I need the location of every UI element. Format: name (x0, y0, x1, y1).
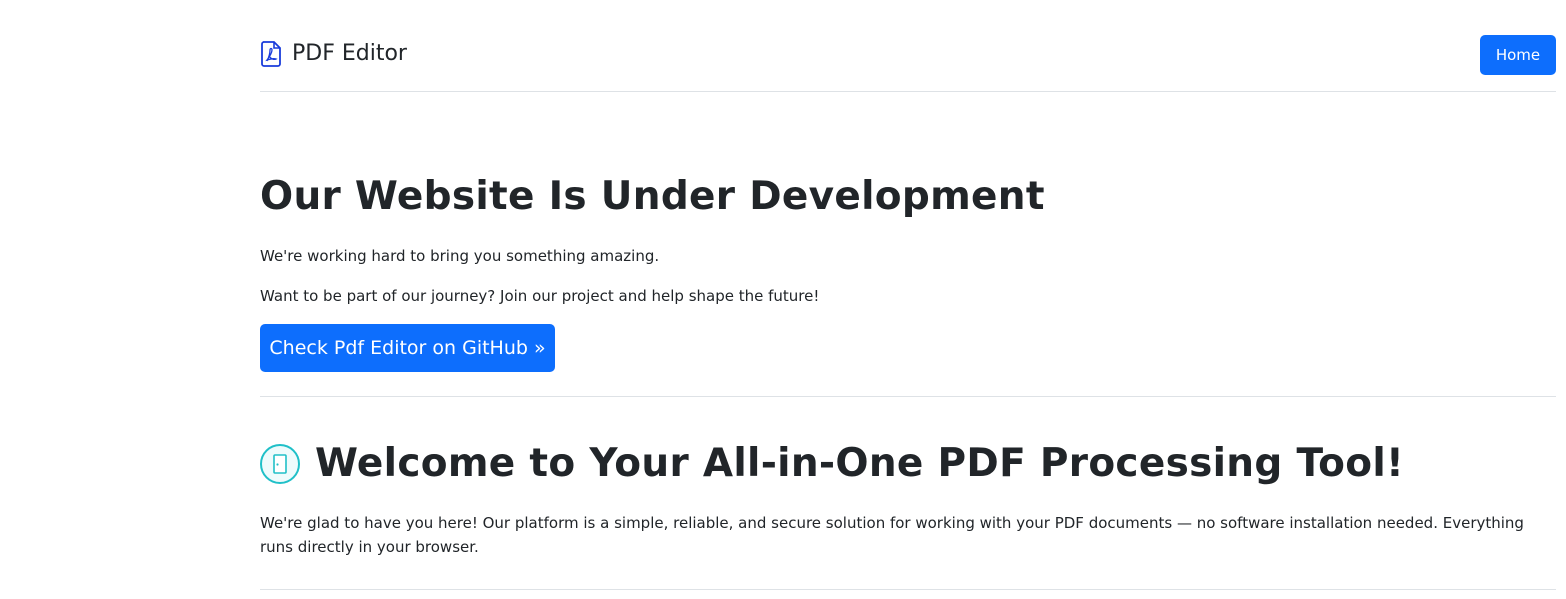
brand-link[interactable]: PDF Editor (260, 40, 407, 68)
hero-divider (260, 396, 1556, 397)
hero-text-2: Want to be part of our journey? Join our… (260, 287, 820, 305)
home-button[interactable]: Home (1480, 35, 1556, 75)
hero-text-1: We're working hard to bring you somethin… (260, 247, 660, 265)
welcome-heading-row: Welcome to Your All-in-One PDF Processin… (260, 441, 1404, 487)
welcome-text: We're glad to have you here! Our platfor… (260, 514, 1524, 556)
welcome-divider (260, 589, 1556, 590)
brand-name: PDF Editor (292, 41, 407, 66)
layout-wrap: PDF Editor Home Our Website Is Under Dev… (260, 0, 1556, 599)
github-button[interactable]: Check Pdf Editor on GitHub » (260, 324, 555, 372)
pdf-file-icon (260, 41, 282, 67)
header-divider (260, 91, 1556, 92)
welcome-title: Welcome to Your All-in-One PDF Processin… (315, 441, 1405, 486)
hero-title: Our Website Is Under Development (260, 174, 1045, 219)
door-icon (260, 444, 300, 484)
